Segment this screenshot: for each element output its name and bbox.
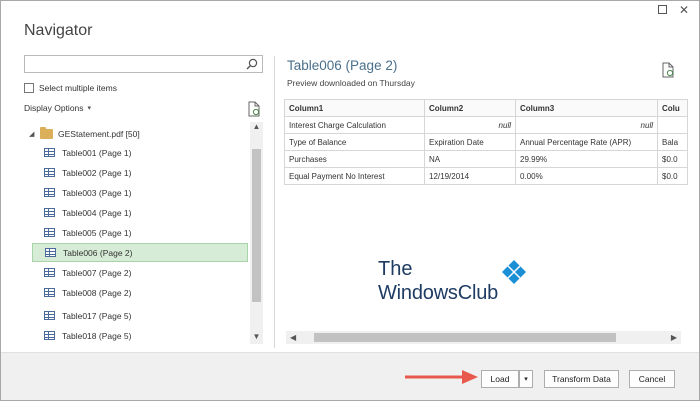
tree-item-label: Table003 (Page 1) <box>62 187 132 198</box>
windowsclub-logo-icon <box>502 260 526 284</box>
tree-item-label: Table004 (Page 1) <box>62 207 132 218</box>
column-header[interactable]: Column1 <box>284 99 425 117</box>
preview-table: Column1 Column2 Column3 Colu Interest Ch… <box>284 99 688 185</box>
preview-horizontal-scrollbar[interactable]: ◀ ▶ <box>286 331 681 344</box>
table-icon <box>44 331 55 340</box>
folder-icon <box>40 127 53 139</box>
table-cell: 0.00% <box>515 167 658 185</box>
table-cell: Purchases <box>284 150 425 168</box>
column-header[interactable]: Column2 <box>424 99 516 117</box>
tree-item-label: Table007 (Page 2) <box>62 267 132 278</box>
table-icon <box>44 148 55 157</box>
table-cell: Type of Balance <box>284 133 425 151</box>
tree-item-label: Table002 (Page 1) <box>62 167 132 178</box>
tree-item[interactable]: Table007 (Page 2) <box>32 263 248 282</box>
search-input[interactable] <box>24 55 263 73</box>
tree-item-label: Table001 (Page 1) <box>62 147 132 158</box>
table-row: Type of Balance Expiration Date Annual P… <box>284 133 688 151</box>
table-row: Interest Charge Calculation null null <box>284 116 688 134</box>
select-multiple-row[interactable]: Select multiple items <box>24 82 117 94</box>
refresh-icon[interactable] <box>247 101 261 117</box>
watermark-line2: WindowsClub <box>378 282 499 304</box>
table-cell-null: null <box>424 116 516 134</box>
table-cell: Bala <box>657 133 688 151</box>
navigator-tree: ◢ GEStatement.pdf [50] Table001 (Page 1)… <box>24 122 250 344</box>
table-cell: $0.0 <box>657 150 688 168</box>
scroll-right-icon[interactable]: ▶ <box>671 331 677 344</box>
table-cell: 29.99% <box>515 150 658 168</box>
tree-item[interactable]: Table018 (Page 5) <box>32 326 248 344</box>
table-cell: Interest Charge Calculation <box>284 116 425 134</box>
table-icon <box>44 188 55 197</box>
search-icon[interactable] <box>246 58 258 70</box>
tree-item-label: Table018 (Page 5) <box>62 330 132 341</box>
tree-item[interactable]: Table006 (Page 2) <box>32 243 248 262</box>
tree-item[interactable]: Table008 (Page 2) <box>32 283 248 302</box>
table-cell: $0.0 <box>657 167 688 185</box>
table-icon <box>44 168 55 177</box>
tree-item[interactable]: Table001 (Page 1) <box>32 143 248 162</box>
cancel-button[interactable]: Cancel <box>629 370 675 388</box>
tree-item-label: Table008 (Page 2) <box>62 287 132 298</box>
table-cell: Expiration Date <box>424 133 516 151</box>
close-icon[interactable]: ✕ <box>677 3 691 17</box>
scroll-up-icon[interactable]: ▲ <box>250 122 263 131</box>
tree-vertical-scrollbar[interactable]: ▲ ▼ <box>250 122 263 344</box>
table-header-row: Column1 Column2 Column3 Colu <box>284 99 688 117</box>
table-icon <box>45 248 56 257</box>
table-cell: NA <box>424 150 516 168</box>
collapse-caret-icon[interactable]: ◢ <box>29 130 35 138</box>
tree-item[interactable]: Table003 (Page 1) <box>32 183 248 202</box>
tree-root-file[interactable]: ◢ GEStatement.pdf [50] <box>29 127 140 141</box>
preview-subtitle: Preview downloaded on Thursday <box>287 78 415 88</box>
column-header[interactable]: Colu <box>657 99 688 117</box>
load-dropdown-button[interactable]: ▾ <box>519 370 533 388</box>
select-multiple-checkbox[interactable] <box>24 83 34 93</box>
tree-item[interactable]: Table002 (Page 1) <box>32 163 248 182</box>
tree-root-label: GEStatement.pdf [50] <box>58 129 140 139</box>
chevron-down-icon: ▾ <box>87 105 92 112</box>
preview-title: Table006 (Page 2) <box>287 58 398 73</box>
table-row: Purchases NA 29.99% $0.0 <box>284 150 688 168</box>
scroll-down-icon[interactable]: ▼ <box>250 332 263 341</box>
scroll-thumb[interactable] <box>252 149 261 302</box>
tree-item-label: Table017 (Page 5) <box>62 310 132 321</box>
tree-item[interactable]: Table004 (Page 1) <box>32 203 248 222</box>
scroll-left-icon[interactable]: ◀ <box>290 331 296 344</box>
tree-item[interactable]: Table005 (Page 1) <box>32 223 248 242</box>
watermark-line1: The <box>378 258 413 280</box>
table-cell: 12/19/2014 <box>424 167 516 185</box>
table-cell: Equal Payment No Interest <box>284 167 425 185</box>
pane-divider <box>274 56 275 348</box>
select-multiple-label: Select multiple items <box>39 83 117 93</box>
display-options-dropdown[interactable]: Display Options ▾ <box>24 103 91 113</box>
watermark: The WindowsClub <box>378 258 548 318</box>
tree-item-label: Table006 (Page 2) <box>63 247 133 258</box>
maximize-icon[interactable] <box>655 3 669 17</box>
window-title: Navigator <box>24 22 93 39</box>
tree-item[interactable]: Table017 (Page 5) <box>32 306 248 325</box>
table-icon <box>44 268 55 277</box>
table-icon <box>44 208 55 217</box>
transform-data-button[interactable]: Transform Data <box>544 370 619 388</box>
table-icon <box>44 311 55 320</box>
table-cell <box>657 116 688 134</box>
tree-item-label: Table005 (Page 1) <box>62 227 132 238</box>
table-cell-null: null <box>515 116 658 134</box>
load-button[interactable]: Load <box>481 370 519 388</box>
table-row: Equal Payment No Interest 12/19/2014 0.0… <box>284 167 688 185</box>
pointer-arrow-icon <box>405 370 478 384</box>
scroll-thumb[interactable] <box>314 333 616 342</box>
preview-refresh-icon[interactable] <box>661 62 675 78</box>
display-options-label: Display Options <box>24 103 84 113</box>
column-header[interactable]: Column3 <box>515 99 658 117</box>
table-icon <box>44 288 55 297</box>
table-icon <box>44 228 55 237</box>
table-cell: Annual Percentage Rate (APR) <box>515 133 658 151</box>
